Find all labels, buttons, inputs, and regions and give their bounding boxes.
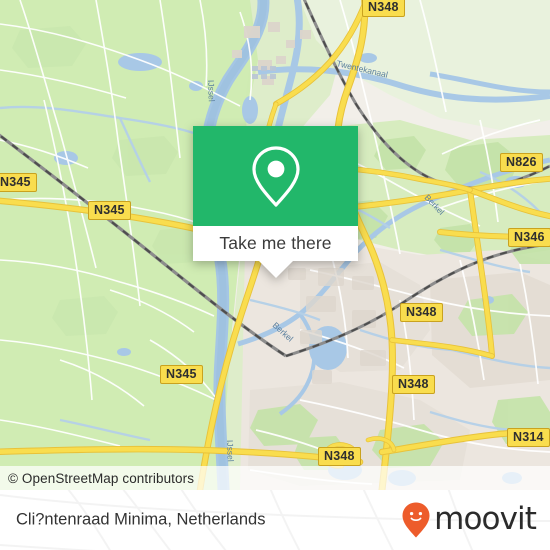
road-shield: N348 xyxy=(362,0,405,18)
callout-pointer-tail xyxy=(258,261,293,278)
moovit-wordmark: moovit xyxy=(434,500,537,537)
moovit-smiley-pin-icon xyxy=(402,502,430,538)
road-shield: N348 xyxy=(318,447,361,467)
road-shield: N345 xyxy=(0,173,37,193)
svg-text:IJssel: IJssel xyxy=(206,80,217,102)
callout-action-panel[interactable]: Take me there xyxy=(193,226,358,261)
road-shield: N346 xyxy=(508,228,550,248)
road-shield: N314 xyxy=(507,428,550,448)
footer-bar: Cli?ntenraad Minima, Netherlands moovit xyxy=(0,490,550,550)
osm-attribution-text: © OpenStreetMap contributors xyxy=(8,470,195,486)
destination-callout-card[interactable]: Take me there xyxy=(193,126,358,278)
svg-text:IJssel: IJssel xyxy=(225,440,236,462)
take-me-there-label: Take me there xyxy=(219,233,332,253)
road-shield: N348 xyxy=(400,303,443,323)
map-pin-icon xyxy=(251,146,300,207)
moovit-brand[interactable]: moovit xyxy=(401,500,537,539)
road-shield: N348 xyxy=(392,375,435,395)
screenshot-root: IJssel IJssel Twentekanaal Berkel Berkel… xyxy=(0,0,550,550)
location-title: Cli?ntenraad Minima, Netherlands xyxy=(16,510,266,529)
road-shield: N345 xyxy=(160,365,203,385)
map-attribution-bar: © OpenStreetMap contributors xyxy=(0,466,550,490)
callout-icon-panel xyxy=(193,126,358,226)
road-shield: N826 xyxy=(500,153,543,173)
road-shield: N345 xyxy=(88,201,131,221)
